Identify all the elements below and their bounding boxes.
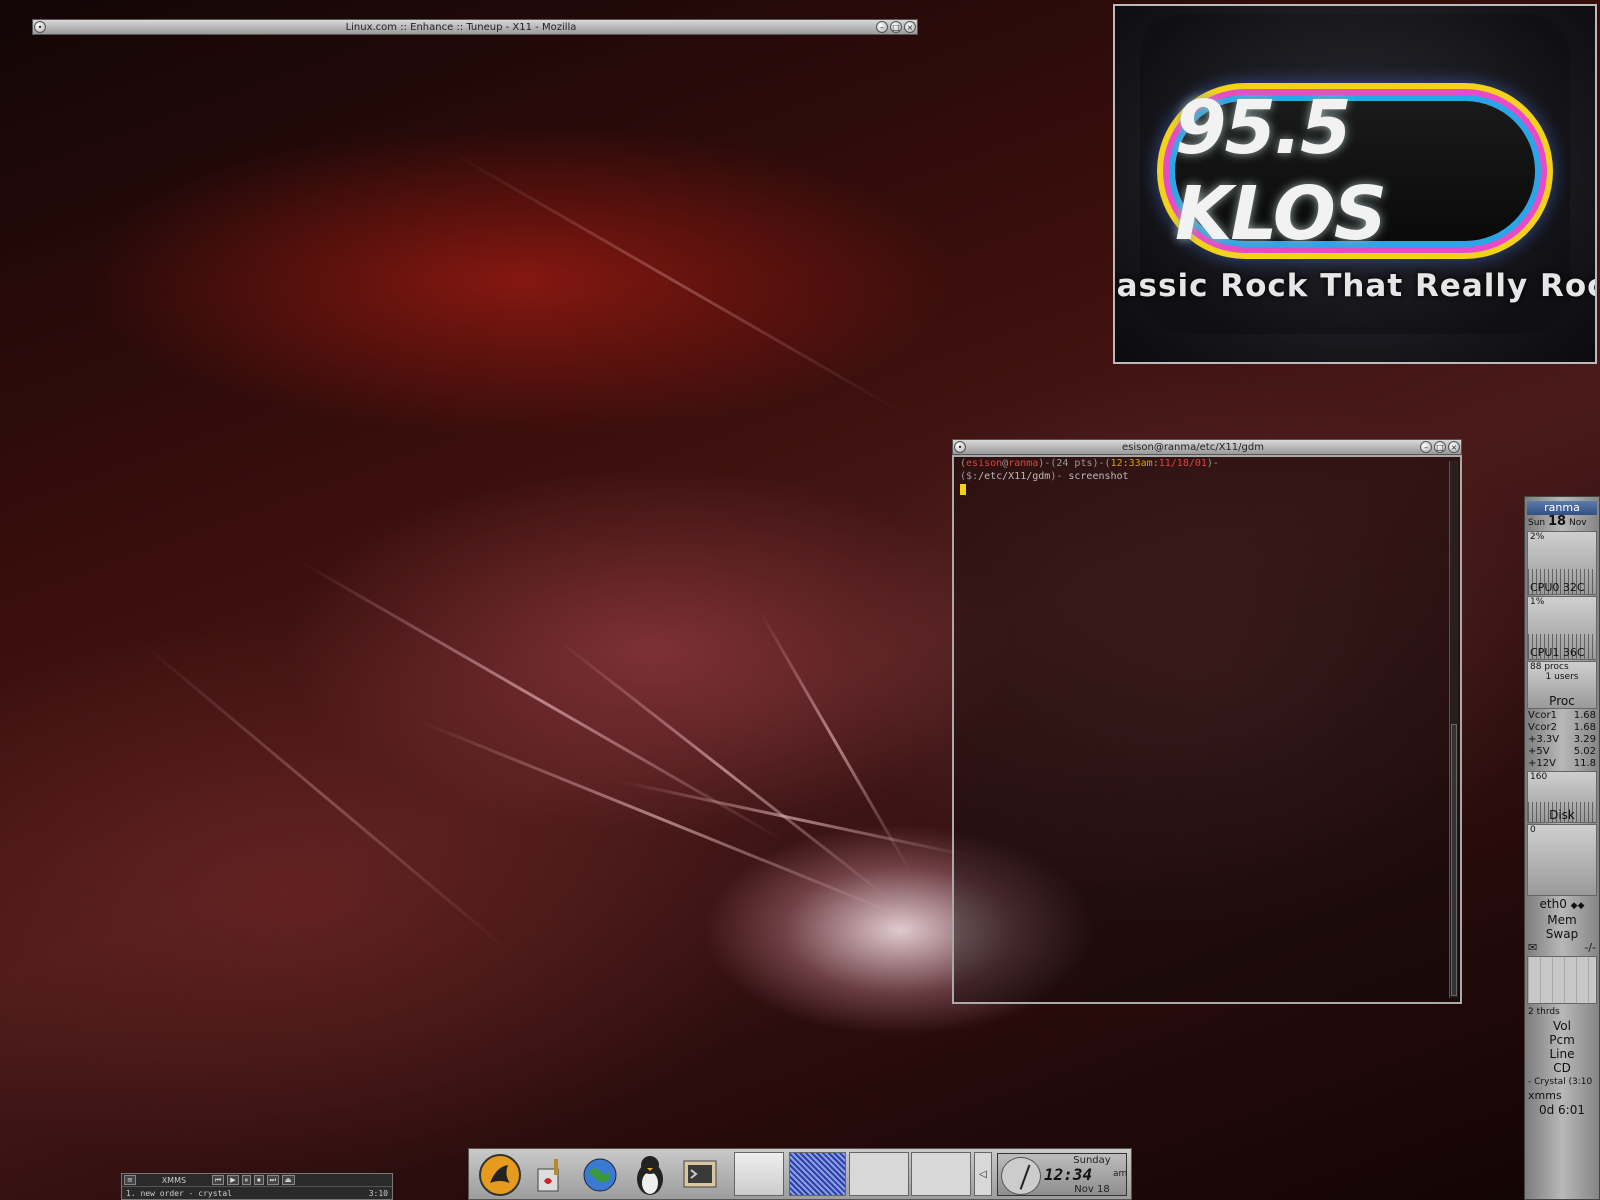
clock-date: Nov 18	[1074, 1184, 1110, 1195]
sensor-row: Vcor2 1.68	[1528, 722, 1596, 733]
xmms-time: 3:10	[368, 1188, 388, 1198]
eject-icon[interactable]: ⏏	[281, 1175, 295, 1185]
sensor-row: Vcor1 1.68	[1528, 710, 1596, 721]
gkrellm-hostname: ranma	[1527, 501, 1597, 515]
net-eth0[interactable]: eth0 ◆◆	[1525, 897, 1599, 913]
window-menu-icon[interactable]: •	[34, 21, 46, 33]
disk-activity-chart[interactable]: 160 Disk	[1527, 771, 1597, 823]
thread-count: 2 thrds	[1528, 1007, 1560, 1017]
klos-slogan: lassic Rock That Really Rock	[1113, 268, 1597, 304]
prev-icon[interactable]: ⏮	[211, 1175, 225, 1185]
xmms-player[interactable]: ≡ XMMS ⏮ ▶ ⏸ ⏹ ⏭ ⏏ 1. new order - crysta…	[121, 1173, 393, 1200]
terminal-scrollbar[interactable]	[1449, 461, 1458, 998]
clock-ampm: am	[1113, 1169, 1128, 1179]
window-menu-icon[interactable]: •	[954, 441, 966, 453]
panel-clock[interactable]: Sunday 12:34 am Nov 18	[997, 1153, 1127, 1196]
terminal-titlebar[interactable]: • esison@ranma/etc/X11/gdm – □ ×	[952, 439, 1462, 455]
xmms-menu-icon[interactable]: ≡	[124, 1175, 136, 1185]
terminal-output[interactable]: (esison@ranma)-(24 pts)-(12:33am:11/18/0…	[952, 455, 1462, 1004]
close-icon[interactable]: ×	[904, 21, 916, 33]
terminal-icon[interactable]	[677, 1152, 723, 1198]
prompt-line-1: (esison@ranma)-(24 pts)-(12:33am:11/18/0…	[960, 458, 1219, 469]
prompt-date: 11/18/01	[1158, 458, 1207, 469]
maximize-icon[interactable]: □	[1434, 441, 1446, 453]
typed-command: screenshot	[1068, 471, 1129, 482]
play-icon[interactable]: ▶	[227, 1175, 239, 1185]
minimize-icon[interactable]: –	[1420, 441, 1432, 453]
workspace-1-pager[interactable]	[789, 1152, 846, 1196]
mozilla-window-title: Linux.com :: Enhance :: Tuneup - X11 - M…	[345, 21, 577, 33]
text-cursor	[960, 483, 966, 495]
maximize-icon[interactable]: □	[890, 21, 902, 33]
gkrellm-calendar: Sun 18 Nov	[1528, 514, 1587, 529]
tasklist-applet[interactable]	[734, 1152, 784, 1196]
globe-icon[interactable]	[577, 1152, 623, 1198]
pcm-slider[interactable]: Pcm	[1525, 1033, 1599, 1047]
xmms-player-label[interactable]: xmms	[1525, 1089, 1599, 1103]
paint-icon[interactable]	[527, 1152, 573, 1198]
gkrellm-monitor[interactable]: ranma Sun 18 Nov 2% CPU0 32C 1% CPU1 36C…	[1524, 496, 1600, 1200]
prompt-time: 12:33am	[1110, 458, 1153, 469]
sensor-list: Vcor1 1.68 Vcor2 1.68 +3.3V 3.29 +5V 5.02 +1…	[1525, 710, 1599, 770]
cpu0-chart[interactable]: 2% CPU0 32C	[1527, 531, 1597, 595]
sensor-row: +5V 5.02	[1528, 746, 1596, 757]
next-icon[interactable]: ⏭	[266, 1175, 279, 1185]
proc-chart[interactable]: 88 procs 1 users Proc	[1527, 661, 1597, 709]
disk-chart[interactable]: 0	[1527, 824, 1597, 896]
close-icon[interactable]: ×	[1448, 441, 1460, 453]
gnome-foot-icon[interactable]	[477, 1152, 523, 1198]
cd-slider[interactable]: CD	[1525, 1061, 1599, 1075]
prompt-tty: 24 pts	[1056, 458, 1093, 469]
mail-icon: ✉	[1528, 941, 1538, 954]
xmms-track: 1. new order - crystal	[126, 1188, 232, 1198]
scrollbar-thumb[interactable]	[1451, 724, 1457, 996]
prompt-line-3	[954, 483, 1460, 496]
workspace-3-pager[interactable]	[911, 1152, 971, 1196]
sensor-row: +3.3V 3.29	[1528, 734, 1596, 745]
cpu1-chart[interactable]: 1% CPU1 36C	[1527, 596, 1597, 660]
gnome-panel[interactable]: ◁ Sunday 12:34 am Nov 18	[468, 1148, 1132, 1200]
prompt-user: esison	[966, 458, 1003, 469]
swap-meter: Swap	[1545, 927, 1579, 941]
xmms-titlebar[interactable]: ≡ XMMS ⏮ ▶ ⏸ ⏹ ⏭ ⏏	[122, 1174, 392, 1187]
prompt-host: ranma	[1008, 458, 1039, 469]
prompt-line-2: ($:/etc/X11/gdm)- screenshot	[960, 471, 1129, 482]
terminal-window-title: esison@ranma/etc/X11/gdm	[1122, 441, 1264, 453]
stop-icon[interactable]: ⏹	[254, 1175, 264, 1185]
sensor-row: +12V 11.8	[1528, 758, 1596, 769]
panel-arrow-icon[interactable]: ◁	[974, 1152, 992, 1196]
prompt-cwd: /etc/X11/gdm	[978, 471, 1051, 482]
klos-logo-badge: 95.5 KLOS	[1175, 85, 1535, 257]
xmms-title: XMMS	[161, 1175, 187, 1185]
mem-meter: Mem	[1547, 913, 1577, 927]
xmms-info: 1. new order - crystal 3:10	[122, 1187, 392, 1199]
line-slider[interactable]: Line	[1525, 1047, 1599, 1061]
klos-logo-text: 95.5 KLOS	[1175, 85, 1387, 257]
tv-video-window[interactable]: 95.5 KLOS lassic Rock That Really Rock	[1113, 4, 1597, 364]
mail-check[interactable]: ✉ -/-	[1525, 941, 1599, 955]
mozilla-titlebar[interactable]: • Linux.com :: Enhance :: Tuneup - X11 -…	[32, 19, 918, 35]
xmms-track-scroller: - Crystal (3:10	[1528, 1077, 1593, 1087]
analog-clock-icon	[1001, 1157, 1041, 1195]
mozilla-window[interactable]: • Linux.com :: Enhance :: Tuneup - X11 -…	[32, 19, 918, 37]
volume-label: Vol	[1553, 1019, 1571, 1033]
thread-grid-chart[interactable]	[1527, 956, 1597, 1004]
terminal-window[interactable]: • esison@ranma/etc/X11/gdm – □ × (esison…	[952, 439, 1462, 1004]
clock-time: 12:34	[1044, 1165, 1093, 1184]
minimize-icon[interactable]: –	[876, 21, 888, 33]
workspace-2-pager[interactable]	[849, 1152, 909, 1196]
uptime: 0d 6:01	[1538, 1103, 1585, 1117]
pause-icon[interactable]: ⏸	[241, 1175, 252, 1185]
penguin-icon[interactable]	[627, 1152, 673, 1198]
net-led-icon: ◆◆	[1570, 901, 1585, 911]
